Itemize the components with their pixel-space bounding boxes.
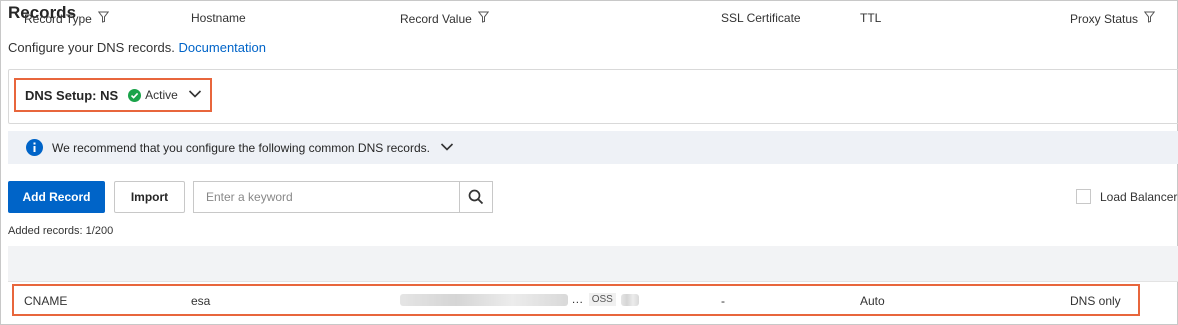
search-icon xyxy=(468,189,484,205)
column-header-record-type: Record Type xyxy=(24,11,110,26)
column-header-proxy-status: Proxy Status xyxy=(1070,11,1156,26)
status-badge: Active xyxy=(145,88,178,102)
redacted-value xyxy=(400,293,568,306)
column-label: SSL Certificate xyxy=(721,11,801,25)
documentation-link[interactable]: Documentation xyxy=(179,40,266,55)
cell-ssl-certificate: - xyxy=(721,294,725,308)
filter-icon[interactable] xyxy=(477,11,490,26)
ellipsis-text: … xyxy=(571,292,584,306)
column-header-ttl: TTL xyxy=(860,11,881,25)
load-balancer-label: Load Balancer xyxy=(1100,189,1178,204)
load-balancer-filter[interactable]: Load Balancer xyxy=(1076,189,1177,204)
info-icon xyxy=(26,139,43,156)
page-subtitle: Configure your DNS records. Documentatio… xyxy=(8,40,266,55)
records-count: Added records: 1/200 xyxy=(8,225,114,237)
column-label: Record Value xyxy=(400,11,472,26)
check-circle-icon xyxy=(128,88,142,102)
column-header-hostname: Hostname xyxy=(191,11,246,25)
column-label: Hostname xyxy=(191,11,246,25)
cell-ttl: Auto xyxy=(860,294,885,308)
recommendation-banner[interactable]: We recommend that you configure the foll… xyxy=(8,131,1178,164)
oss-tag: OSS xyxy=(588,293,616,307)
cell-record-type: CNAME xyxy=(24,294,68,308)
table-header xyxy=(8,246,1178,282)
column-label: Proxy Status xyxy=(1070,11,1139,26)
dns-setup-label: DNS Setup: NS xyxy=(25,87,119,103)
chevron-down-icon[interactable] xyxy=(188,86,202,104)
column-header-ssl-certificate: SSL Certificate xyxy=(721,11,801,25)
add-record-button[interactable]: Add Record xyxy=(8,181,105,213)
column-label: TTL xyxy=(860,11,882,25)
subtitle-text: Configure your DNS records. xyxy=(8,40,175,55)
cell-record-value: … OSS xyxy=(400,292,640,307)
redacted-value xyxy=(621,293,640,306)
cell-proxy-status: DNS only xyxy=(1070,294,1121,308)
dns-setup-dropdown[interactable]: DNS Setup: NS Active xyxy=(14,78,212,112)
banner-text: We recommend that you configure the foll… xyxy=(52,140,430,155)
cell-hostname: esa xyxy=(191,294,211,308)
chevron-down-icon[interactable] xyxy=(440,139,454,157)
filter-icon[interactable] xyxy=(97,11,110,26)
load-balancer-checkbox[interactable] xyxy=(1076,189,1091,204)
filter-icon[interactable] xyxy=(1143,11,1156,26)
search-input[interactable] xyxy=(193,181,460,213)
search-button[interactable] xyxy=(459,181,493,213)
column-label: Record Type xyxy=(24,11,92,26)
import-button[interactable]: Import xyxy=(114,181,185,213)
column-header-record-value: Record Value xyxy=(400,11,490,26)
